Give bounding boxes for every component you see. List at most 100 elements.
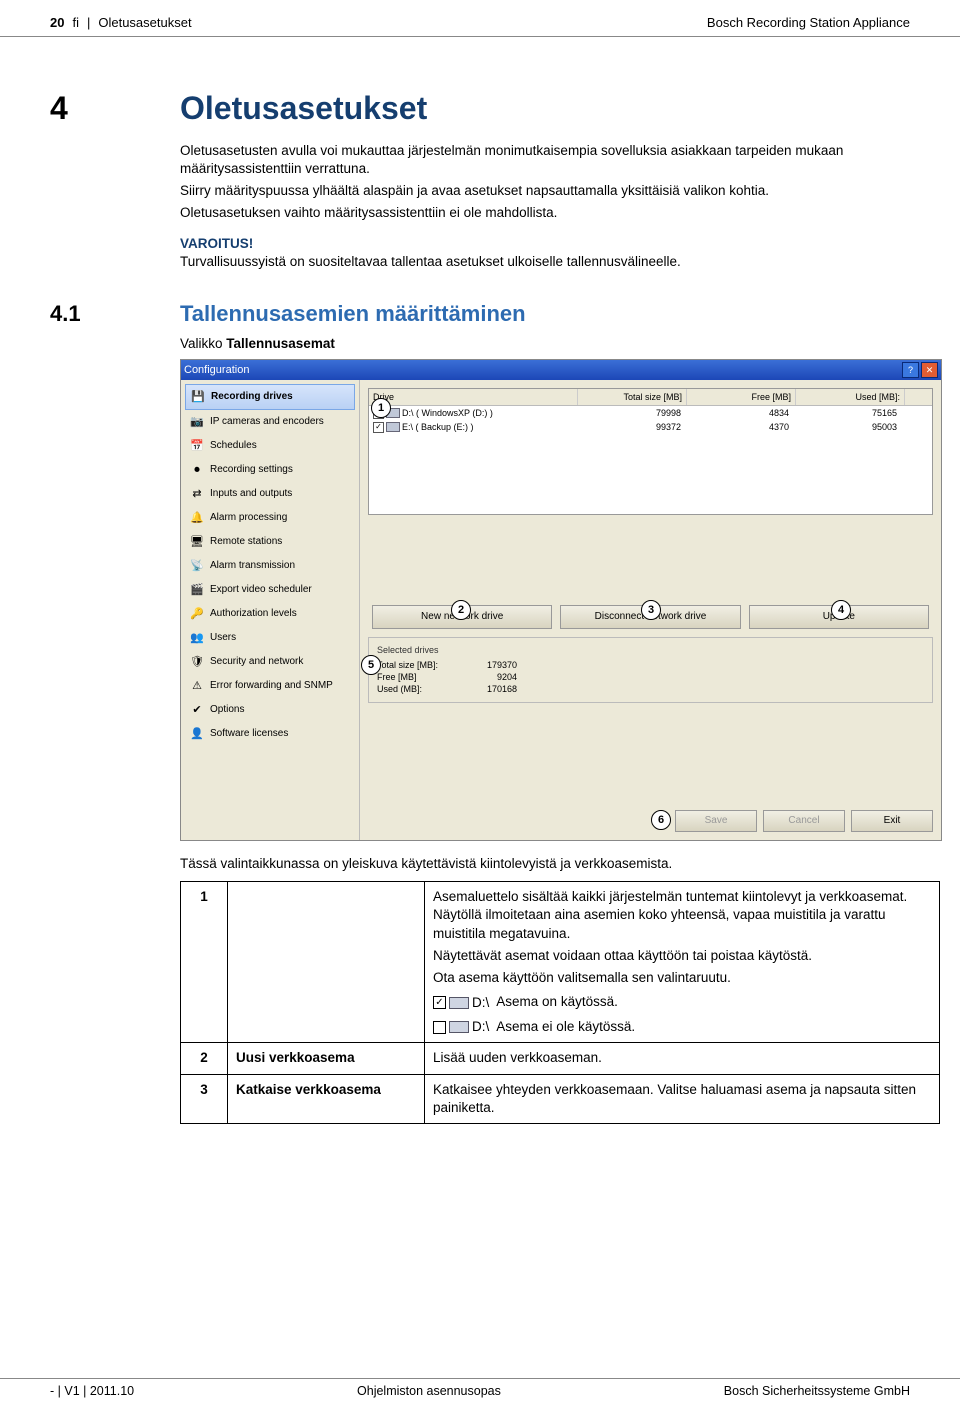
titlebar-buttons: ? ✕ [902,362,938,378]
col-drive: Drive [369,389,578,405]
warning-label: VAROITUS! [180,235,910,253]
sidebar-label: IP cameras and encoders [210,415,324,429]
camera-icon: 📷 [189,414,205,430]
cell-label: Uusi verkkoasema [228,1043,425,1074]
callout-description-table: 1 Asemaluettelo sisältää kaikki järjeste… [180,881,940,1124]
transmission-icon: 📡 [189,558,205,574]
record-icon: ⏺ [189,462,205,478]
sidebar-item-software-licenses[interactable]: 👤 Software licenses [185,722,355,746]
sidebar-item-error-forwarding[interactable]: ⚠ Error forwarding and SNMP [185,674,355,698]
sidebar-item-recording-settings[interactable]: ⏺ Recording settings [185,458,355,482]
subsection-title: Tallennusasemien määrittäminen [180,299,526,329]
close-button[interactable]: ✕ [921,362,938,378]
section-4-heading: 4 Oletusasetukset [50,87,910,130]
sidebar-item-inputs-outputs[interactable]: ⇄ Inputs and outputs [185,482,355,506]
callout-4: 4 [831,600,851,620]
sidebar-item-ip-cameras[interactable]: 📷 IP cameras and encoders [185,410,355,434]
sidebar-label: Options [210,703,244,717]
error-icon: ⚠ [189,678,205,694]
sidebar-label: Schedules [210,439,257,453]
window-titlebar: Configuration ? ✕ [181,360,941,380]
footer-right: Bosch Sicherheitssysteme GmbH [724,1383,910,1400]
auth-icon: 🔑 [189,606,205,622]
cell-number: 2 [181,1043,228,1074]
sidebar-item-options[interactable]: ✔Options [185,698,355,722]
drive-letter: D:\ [472,994,489,1012]
sidebar-label: Software licenses [210,727,288,741]
stat-row: Total size [MB]:179370 [377,659,924,671]
header-left: 20 fi | Oletusasetukset [50,14,192,32]
io-icon: ⇄ [189,486,205,502]
drive-total: 79998 [577,406,685,420]
cancel-button[interactable]: Cancel [763,810,845,832]
cell-number: 1 [181,882,228,1043]
sidebar-label: Export video scheduler [210,583,312,597]
cell-label: Katkaise verkkoasema [228,1074,425,1123]
drive-free: 4370 [685,420,793,434]
drive-enabled-line: ✓D:\ Asema on käytössä. [433,993,931,1012]
drive-disabled-text: Asema ei ole käytössä. [496,1019,635,1034]
callout-3: 3 [641,600,661,620]
exit-button[interactable]: Exit [851,810,933,832]
sidebar-label: Recording settings [210,463,293,477]
sidebar-label: Authorization levels [210,607,297,621]
sidebar-label: Remote stations [210,535,282,549]
configuration-screenshot: Configuration ? ✕ 💾 Recording drives 📷 IP … [180,359,942,841]
sidebar-label: Recording drives [211,390,293,404]
drive-row[interactable]: ✓E:\ ( Backup (E:) ) 99372 4370 95003 [369,420,932,434]
drive-icon: 💾 [190,389,206,405]
para-1: Oletusasetusten avulla voi mukauttaa jär… [180,142,910,178]
sidebar-label: Security and network [210,655,303,669]
para-3: Oletusasetuksen vaihto määritysassistent… [180,204,910,222]
sidebar-item-export-scheduler[interactable]: 🎬 Export video scheduler [185,578,355,602]
sidebar-item-users[interactable]: 👥Users [185,626,355,650]
sidebar-item-alarm-transmission[interactable]: 📡Alarm transmission [185,554,355,578]
drive-used: 75165 [793,406,901,420]
help-button[interactable]: ? [902,362,919,378]
desc-p2: Näytettävät asemat voidaan ottaa käyttöö… [433,947,931,965]
checkbox-icon[interactable]: ✓ [373,422,384,433]
stat-row: Used (MB]:170168 [377,683,924,695]
table-row: 2 Uusi verkkoasema Lisää uuden verkkoase… [181,1043,940,1074]
footer-center: Ohjelmiston asennusopas [357,1383,501,1400]
selected-drives-header: Selected drives [377,644,924,656]
calendar-icon: 📅 [189,438,205,454]
sidebar-item-schedules[interactable]: 📅 Schedules [185,434,355,458]
drive-total: 99372 [577,420,685,434]
sidebar-item-security-network[interactable]: 🛡 Security and network [185,650,355,674]
license-icon: 👤 [189,726,205,742]
drive-list-header: Drive Total size [MB] Free [MB] Used [MB… [369,389,932,406]
dialog-bottom-buttons: Save Cancel Exit [675,810,933,832]
col-free: Free [MB] [687,389,796,405]
sidebar-item-remote-stations[interactable]: 🖥 Remote stations [185,530,355,554]
sidebar-item-recording-drives[interactable]: 💾 Recording drives [185,384,355,410]
remote-icon: 🖥 [189,534,205,550]
desc-p3: Ota asema käyttöön valitsemalla sen vali… [433,969,931,987]
sidebar-label: Error forwarding and SNMP [210,679,333,693]
sidebar-label: Inputs and outputs [210,487,292,501]
cell-number: 3 [181,1074,228,1123]
checkbox-checked-icon: ✓D:\ [433,994,489,1012]
shield-icon: 🛡 [189,654,205,670]
drive-enabled-text: Asema on käytössä. [496,994,618,1009]
valikko-prefix: Valikko [180,336,226,351]
export-icon: 🎬 [189,582,205,598]
sidebar-label: Alarm processing [210,511,287,525]
lang-code: fi [72,14,79,32]
callout-1: 1 [371,398,391,418]
drive-row[interactable]: ✓D:\ ( WindowsXP (D:) ) 79998 4834 75165 [369,406,932,420]
section-4-1-heading: 4.1 Tallennusasemien määrittäminen [50,299,910,329]
drive-free: 4834 [685,406,793,420]
sidebar-item-authorization-levels[interactable]: 🔑 Authorization levels [185,602,355,626]
warning-text: Turvallisuussyistä on suositeltavaa tall… [180,253,910,271]
window-title: Configuration [184,363,249,378]
desc-p1: Asemaluettelo sisältää kaikki järjestelm… [433,888,931,943]
stat-row: Free [MB]9204 [377,671,924,683]
callout-5: 5 [361,655,381,675]
sidebar-item-alarm-processing[interactable]: 🔔Alarm processing [185,506,355,530]
save-button[interactable]: Save [675,810,757,832]
config-sidebar: 💾 Recording drives 📷 IP cameras and encode… [181,380,360,840]
table-row: 3 Katkaise verkkoasema Katkaisee yhteyde… [181,1074,940,1123]
col-total: Total size [MB] [578,389,687,405]
col-used: Used [MB]: [796,389,905,405]
